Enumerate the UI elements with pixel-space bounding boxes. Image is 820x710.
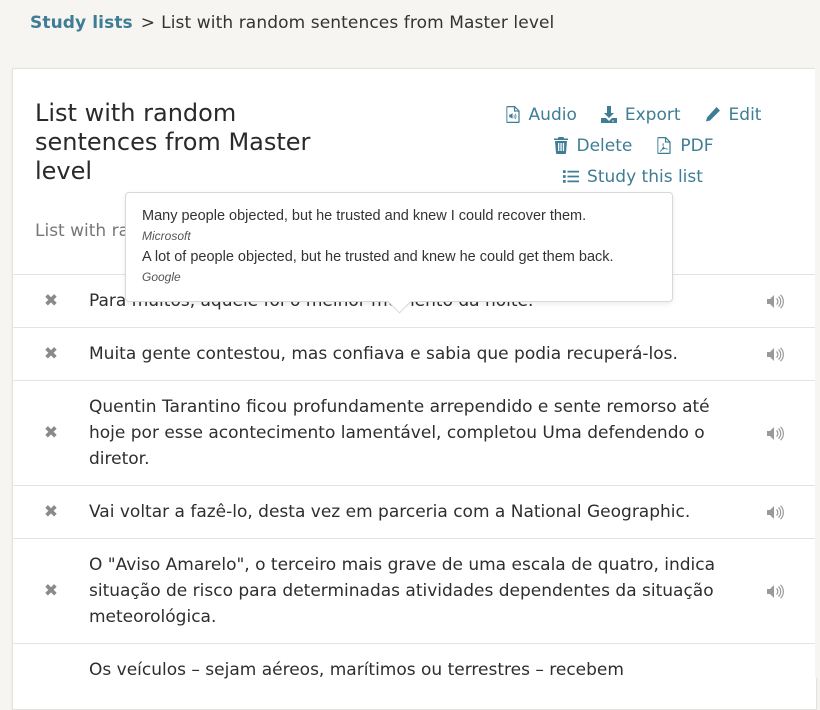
translation-source: Google — [142, 270, 181, 284]
sentence-text[interactable]: O "Aviso Amarelo", o terceiro mais grave… — [89, 539, 736, 643]
translation-text: Many people objected, but he trusted and… — [142, 208, 587, 224]
remove-sentence-icon[interactable]: ✖ — [13, 291, 89, 311]
breadcrumb-current: List with random sentences from Master l… — [161, 13, 555, 33]
translation-source: Microsoft — [142, 229, 191, 243]
play-audio-button[interactable] — [736, 504, 816, 520]
page-edge — [815, 0, 820, 678]
pdf-button[interactable]: PDF — [656, 136, 713, 156]
breadcrumb-separator: > — [140, 13, 156, 33]
list-title: List with random sentences from Master l… — [35, 99, 311, 185]
sentence-row: ✖ Muita gente contestou, mas confiava e … — [13, 327, 816, 380]
remove-sentence-icon[interactable]: ✖ — [13, 423, 89, 443]
audio-label: Audio — [528, 104, 577, 125]
play-audio-button[interactable] — [736, 425, 816, 441]
sentence-text[interactable]: Vai voltar a fazê-lo, desta vez em parce… — [89, 486, 736, 538]
pdf-label: PDF — [680, 135, 714, 156]
play-audio-button[interactable] — [736, 346, 816, 362]
translation-tooltip: Many people objected, but he trusted and… — [125, 192, 673, 314]
sentence-row: Os veículos – sejam aéreos, marítimos ou… — [13, 643, 816, 696]
pencil-icon — [705, 107, 720, 122]
list-card: List with random sentences from Master l… — [12, 68, 817, 710]
breadcrumb: Study lists > List with random sentences f… — [30, 13, 554, 33]
speaker-icon — [767, 293, 784, 309]
delete-button[interactable]: Delete — [553, 135, 633, 156]
breadcrumb-study-lists-link[interactable]: Study lists — [30, 13, 133, 33]
audio-file-icon — [505, 106, 520, 123]
play-audio-button[interactable] — [736, 293, 816, 309]
edit-label: Edit — [728, 104, 762, 125]
study-list-button[interactable]: Study this list — [563, 167, 703, 187]
audio-button[interactable]: Audio — [505, 105, 577, 125]
speaker-icon — [767, 504, 784, 520]
remove-sentence-icon[interactable]: ✖ — [13, 502, 89, 522]
sentence-text[interactable]: Muita gente contestou, mas confiava e sa… — [89, 328, 736, 380]
translation-text: A lot of people objected, but he trusted… — [142, 249, 614, 265]
export-label: Export — [624, 104, 681, 125]
speaker-icon — [767, 346, 784, 362]
sentence-list: ✖ Para muitos, aquele foi o melhor momen… — [13, 274, 816, 696]
export-button[interactable]: Export — [600, 104, 681, 125]
remove-sentence-icon[interactable]: ✖ — [13, 344, 89, 364]
speaker-icon — [767, 583, 784, 599]
speaker-icon — [767, 425, 784, 441]
list-actions: Audio Export Edit Delete PDF Study this … — [473, 99, 793, 192]
study-list-label: Study this list — [587, 166, 703, 187]
sentence-text[interactable]: Quentin Tarantino ficou profundamente ar… — [89, 381, 736, 485]
remove-sentence-icon[interactable]: ✖ — [13, 581, 89, 601]
trash-icon — [553, 137, 568, 154]
pdf-file-icon — [657, 137, 671, 154]
download-icon — [600, 106, 617, 123]
sentence-text[interactable]: Os veículos – sejam aéreos, marítimos ou… — [89, 644, 736, 696]
sentence-row: ✖ O "Aviso Amarelo", o terceiro mais gra… — [13, 538, 816, 643]
edit-button[interactable]: Edit — [705, 104, 762, 125]
list-icon — [563, 170, 580, 183]
sentence-row: ✖ Quentin Tarantino ficou profundamente … — [13, 380, 816, 485]
delete-label: Delete — [576, 135, 633, 156]
play-audio-button[interactable] — [736, 583, 816, 599]
sentence-row: ✖ Vai voltar a fazê-lo, desta vez em par… — [13, 485, 816, 538]
